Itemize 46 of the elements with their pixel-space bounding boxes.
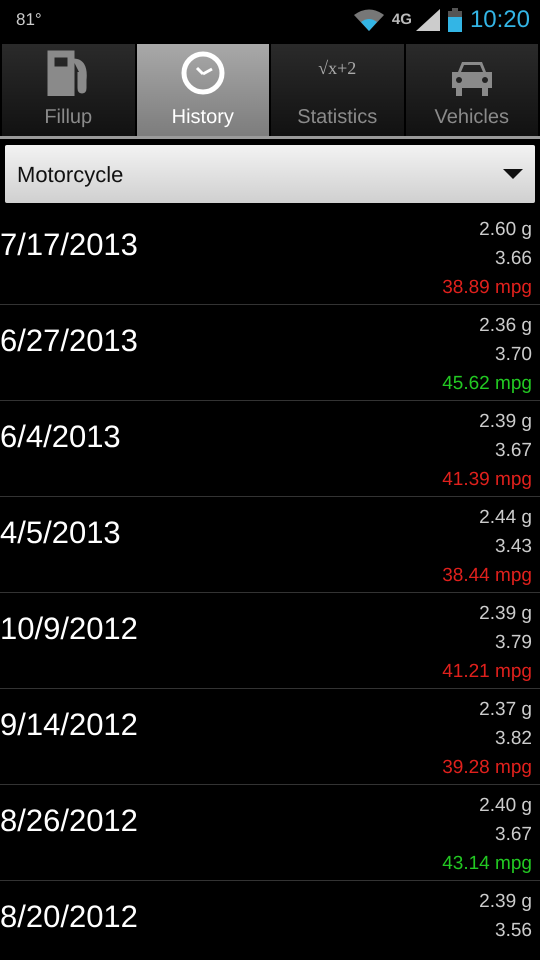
- price-text: 3.79: [495, 631, 532, 655]
- date-text: 4/5/2013: [0, 517, 122, 552]
- clock-time: 10:20: [470, 5, 530, 35]
- mpg-text: 41.39 mpg: [442, 468, 532, 492]
- wifi-icon: [354, 9, 384, 31]
- battery-icon: [448, 8, 462, 32]
- mpg-text: 38.44 mpg: [442, 564, 532, 588]
- formula-icon: √x+2: [318, 55, 356, 82]
- date-text: 7/17/2013: [0, 229, 139, 264]
- price-text: 3.43: [495, 535, 532, 559]
- gallons-text: 2.40 g: [479, 794, 532, 818]
- tab[interactable]: Vehicles: [406, 44, 538, 136]
- gallons-text: 2.44 g: [479, 506, 532, 530]
- date-text: 6/27/2013: [0, 325, 139, 360]
- mpg-text: 38.89 mpg: [442, 276, 532, 300]
- mpg-text: 41.21 mpg: [442, 660, 532, 684]
- vehicle-dropdown[interactable]: Motorcycle: [5, 145, 535, 203]
- price-text: 3.66: [495, 247, 532, 271]
- gallons-text: 2.39 g: [479, 410, 532, 434]
- price-text: 3.56: [495, 919, 532, 943]
- date-text: 8/26/2012: [0, 805, 139, 840]
- date-text: 8/20/2012: [0, 901, 139, 936]
- mpg-text: 43.14 mpg: [442, 852, 532, 876]
- tab[interactable]: Fillup: [2, 44, 134, 136]
- gallons-text: 2.37 g: [479, 698, 532, 722]
- mpg-text: 39.28 mpg: [442, 756, 532, 780]
- signal-icon: [416, 9, 440, 31]
- clock-icon: [180, 50, 226, 96]
- gallons-text: 2.36 g: [479, 314, 532, 338]
- date-text: 10/9/2012: [0, 613, 139, 648]
- price-text: 3.82: [495, 727, 532, 751]
- gallons-text: 2.60 g: [479, 218, 532, 242]
- temperature-text: 81°: [16, 9, 42, 32]
- date-text: 9/14/2012: [0, 709, 139, 744]
- price-text: 3.67: [495, 823, 532, 847]
- mpg-text: 45.62 mpg: [442, 372, 532, 396]
- price-text: 3.67: [495, 439, 532, 463]
- date-text: 6/4/2013: [0, 421, 122, 456]
- network-text: 4G: [392, 10, 412, 30]
- tab[interactable]: √x+2 Statistics: [271, 44, 404, 136]
- gallons-text: 2.39 g: [479, 602, 532, 626]
- price-text: 3.70: [495, 343, 532, 367]
- caret-icon: [503, 169, 523, 179]
- gallons-text: 2.39 g: [479, 890, 532, 914]
- tab[interactable]: History: [136, 44, 269, 136]
- car-icon: [450, 60, 494, 96]
